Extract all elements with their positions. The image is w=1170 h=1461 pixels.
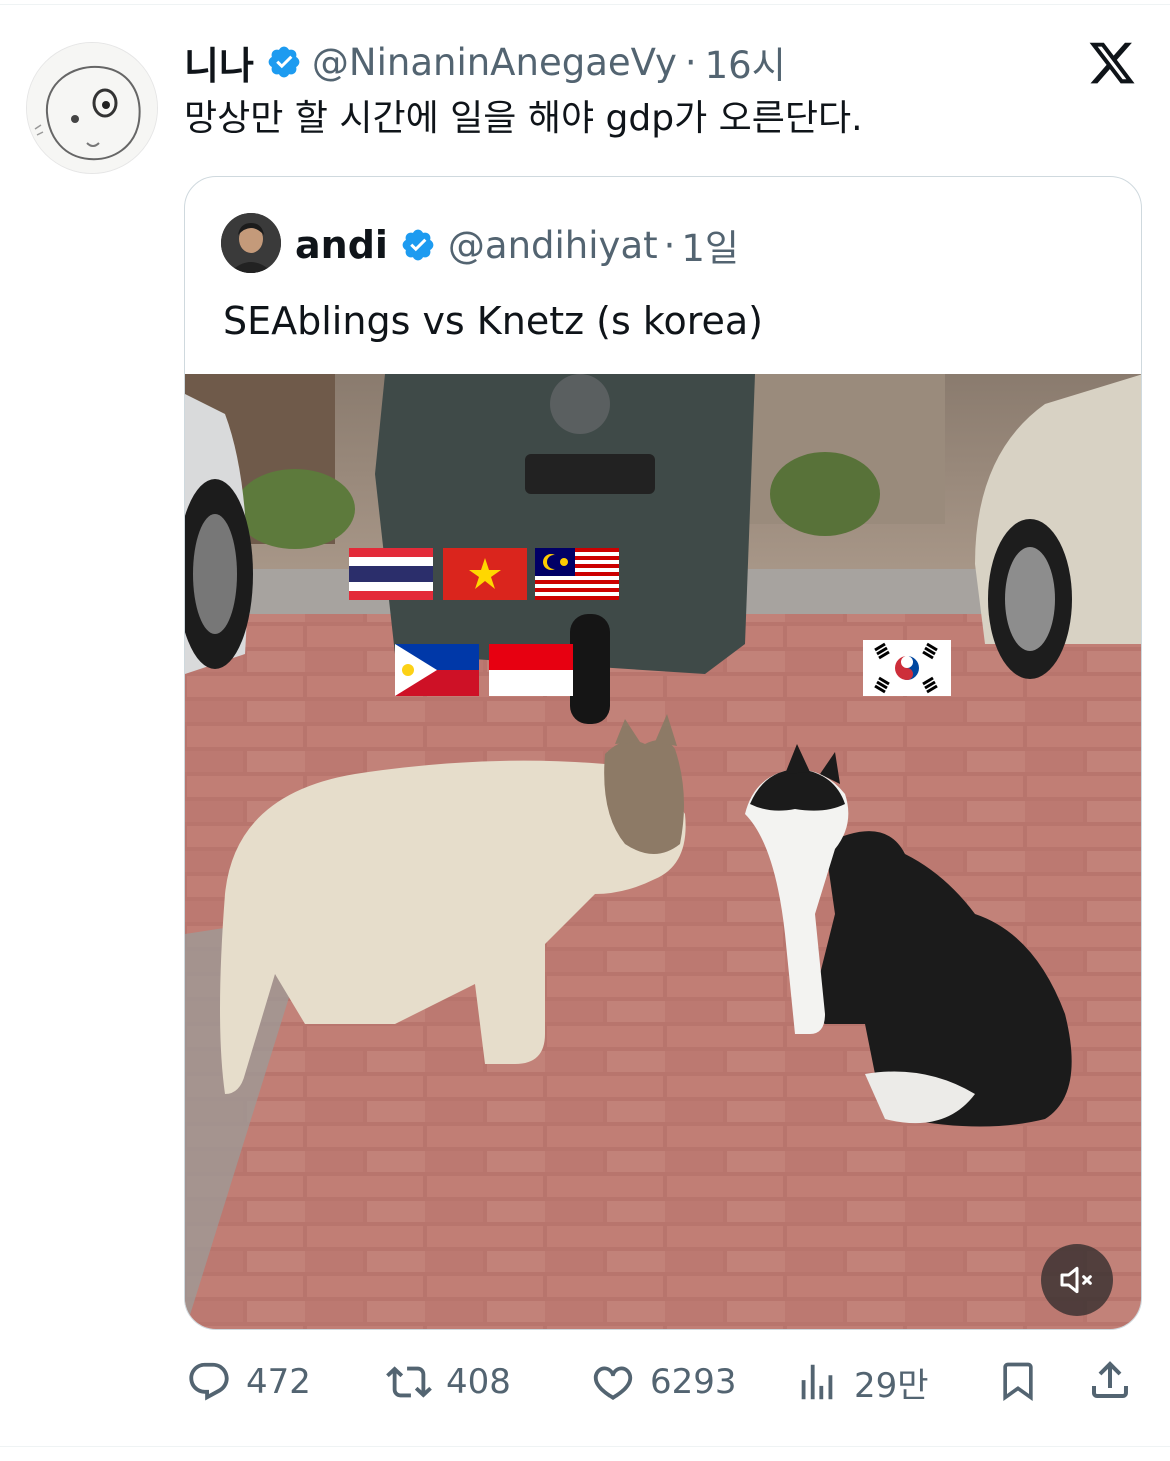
quoted-tweet-text: SEAblings vs Knetz (s korea) bbox=[223, 299, 763, 343]
quoted-tweet-header: andi @andihiyat · 1일 bbox=[295, 217, 739, 273]
like-count: 6293 bbox=[650, 1362, 737, 1402]
quoted-author-handle[interactable]: @andihiyat bbox=[448, 224, 658, 267]
tweet-time[interactable]: 16시 bbox=[705, 35, 786, 89]
verified-badge-icon bbox=[402, 229, 434, 261]
retweet-count: 408 bbox=[446, 1362, 511, 1402]
x-logo-icon[interactable] bbox=[1086, 38, 1138, 88]
like-button[interactable]: 6293 bbox=[590, 1356, 737, 1408]
reply-button[interactable]: 472 bbox=[186, 1356, 311, 1408]
bottom-divider bbox=[0, 1446, 1170, 1447]
separator-dot: · bbox=[684, 40, 697, 84]
retweet-button[interactable]: 408 bbox=[386, 1356, 511, 1408]
malaysia-flag-icon bbox=[535, 544, 619, 616]
south-korea-flag-icon bbox=[863, 636, 951, 712]
author-name[interactable]: 니나 bbox=[184, 35, 254, 90]
views-count: 29만 bbox=[854, 1365, 929, 1406]
video-frame bbox=[185, 374, 1141, 1329]
reply-icon bbox=[189, 1362, 229, 1401]
quoted-tweet-time[interactable]: 1일 bbox=[681, 218, 739, 272]
bookmark-icon[interactable] bbox=[996, 1358, 1040, 1404]
speaker-muted-icon bbox=[1060, 1266, 1092, 1294]
author-avatar[interactable] bbox=[26, 42, 158, 174]
reply-count: 472 bbox=[246, 1362, 311, 1402]
quoted-video[interactable] bbox=[185, 374, 1141, 1329]
top-divider bbox=[0, 4, 1170, 5]
quoted-author-avatar[interactable] bbox=[221, 213, 281, 273]
thailand-flag-icon bbox=[349, 544, 433, 616]
indonesia-flag-icon bbox=[489, 640, 573, 712]
philippines-flag-icon bbox=[395, 640, 479, 712]
retweet-icon bbox=[386, 1366, 432, 1398]
tweet-text: 망상만 할 시간에 일을 해야 gdp가 오른단다. bbox=[184, 98, 863, 139]
tweet-header: 니나 @NinaninAnegaeVy · 16시 bbox=[184, 36, 786, 88]
vietnam-flag-icon bbox=[443, 544, 527, 616]
quoted-tweet-card[interactable]: andi @andihiyat · 1일 SEAblings vs Knetz … bbox=[184, 176, 1142, 1330]
heart-icon bbox=[593, 1366, 633, 1400]
verified-badge-icon bbox=[268, 46, 300, 78]
separator-dot: · bbox=[663, 223, 676, 267]
share-icon[interactable] bbox=[1086, 1356, 1134, 1404]
views-button[interactable]: 29만 bbox=[794, 1356, 929, 1408]
views-chart-icon bbox=[801, 1364, 833, 1400]
author-handle[interactable]: @NinaninAnegaeVy bbox=[312, 41, 677, 84]
quoted-author-name[interactable]: andi bbox=[295, 223, 388, 267]
mute-toggle-button[interactable] bbox=[1041, 1244, 1113, 1316]
